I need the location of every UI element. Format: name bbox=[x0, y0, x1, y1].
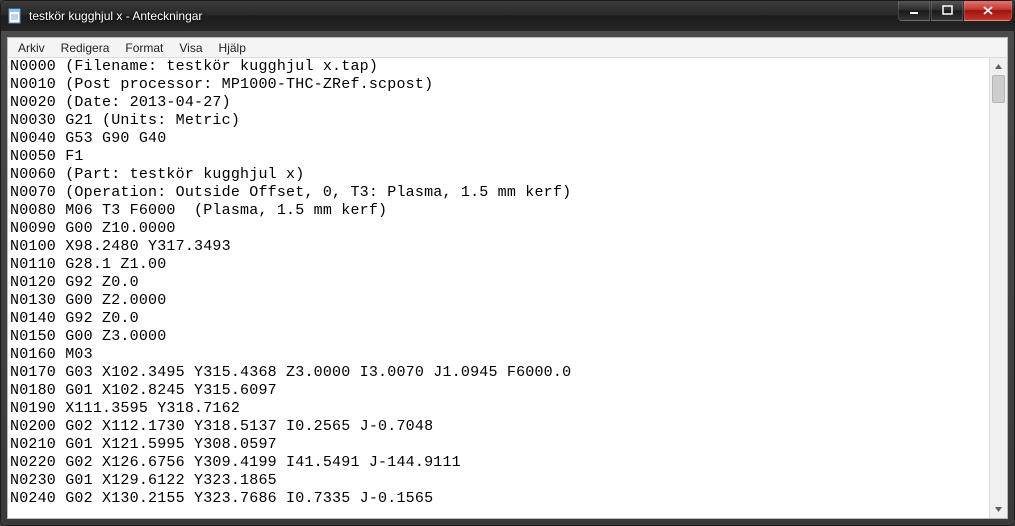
notepad-icon bbox=[7, 8, 23, 24]
scroll-track[interactable] bbox=[990, 75, 1007, 501]
menu-visa[interactable]: Visa bbox=[171, 39, 210, 57]
vertical-scrollbar[interactable] bbox=[989, 58, 1007, 518]
window-controls bbox=[898, 1, 1012, 21]
maximize-button[interactable] bbox=[931, 1, 963, 21]
client-area: N0000 (Filename: testkör kugghjul x.tap)… bbox=[7, 58, 1008, 519]
scroll-up-button[interactable] bbox=[990, 58, 1007, 75]
window-title: testkör kugghjul x - Anteckningar bbox=[29, 9, 202, 23]
menu-format[interactable]: Format bbox=[117, 39, 171, 57]
titlebar[interactable]: testkör kugghjul x - Anteckningar bbox=[1, 1, 1014, 31]
window-frame: Arkiv Redigera Format Visa Hjälp N0000 (… bbox=[1, 31, 1014, 525]
notepad-window: testkör kugghjul x - Anteckningar Arkiv … bbox=[0, 0, 1015, 526]
scroll-down-button[interactable] bbox=[990, 501, 1007, 518]
menu-hjalp[interactable]: Hjälp bbox=[211, 39, 254, 57]
minimize-button[interactable] bbox=[898, 1, 930, 21]
text-editor[interactable]: N0000 (Filename: testkör kugghjul x.tap)… bbox=[8, 58, 989, 518]
menu-arkiv[interactable]: Arkiv bbox=[10, 39, 53, 57]
menu-redigera[interactable]: Redigera bbox=[53, 39, 118, 57]
close-button[interactable] bbox=[964, 1, 1012, 21]
menubar: Arkiv Redigera Format Visa Hjälp bbox=[7, 37, 1008, 58]
scroll-thumb[interactable] bbox=[992, 75, 1005, 103]
